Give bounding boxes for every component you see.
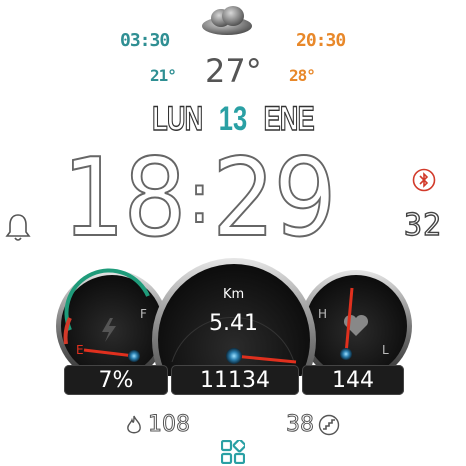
battery-percent-box: 7% [64, 365, 168, 395]
temp-now: 27° [205, 52, 262, 90]
floors: 38 [286, 412, 340, 438]
steps-box: 11134 [171, 365, 299, 395]
battery-high-label: F [140, 307, 147, 321]
minutes: 29 [211, 135, 337, 262]
apps-grid-icon[interactable] [221, 440, 245, 464]
heart-high-label: H [318, 307, 327, 321]
battery-low-label: E [76, 343, 84, 357]
date-row: LUN 13 ENE [58, 99, 408, 139]
seconds: 32 [403, 207, 443, 243]
day-number: 13 [218, 100, 248, 138]
sunrise-time: 03:30 [120, 30, 170, 51]
sunset-time: 20:30 [296, 30, 346, 51]
month: ENE [263, 99, 315, 138]
time-separator: : [188, 156, 211, 240]
stairs-icon [318, 414, 340, 435]
battery-percent: 7% [98, 367, 134, 393]
temp-max: 28° [289, 66, 316, 85]
hours: 18 [61, 135, 187, 262]
bell-icon[interactable] [4, 212, 32, 244]
flame-icon [127, 415, 141, 433]
heart-rate-box: 144 [302, 365, 404, 395]
distance-value: 5.41 [209, 311, 258, 336]
steps-count: 11134 [200, 367, 270, 393]
distance-unit: Km [223, 287, 245, 302]
bluetooth-icon [412, 168, 436, 192]
temp-min: 21° [150, 66, 177, 85]
calories-value: 108 [148, 412, 191, 438]
heart-gauge: H L [300, 270, 412, 376]
battery-gauge: F E [56, 268, 168, 376]
cloud-icon [202, 6, 252, 35]
heart-rate: 144 [332, 367, 374, 393]
heart-low-label: L [382, 343, 389, 357]
main-time: 18 : 29 [61, 135, 337, 262]
floors-value: 38 [286, 412, 315, 438]
weekday: LUN [152, 99, 204, 138]
calories: 108 [124, 412, 191, 438]
